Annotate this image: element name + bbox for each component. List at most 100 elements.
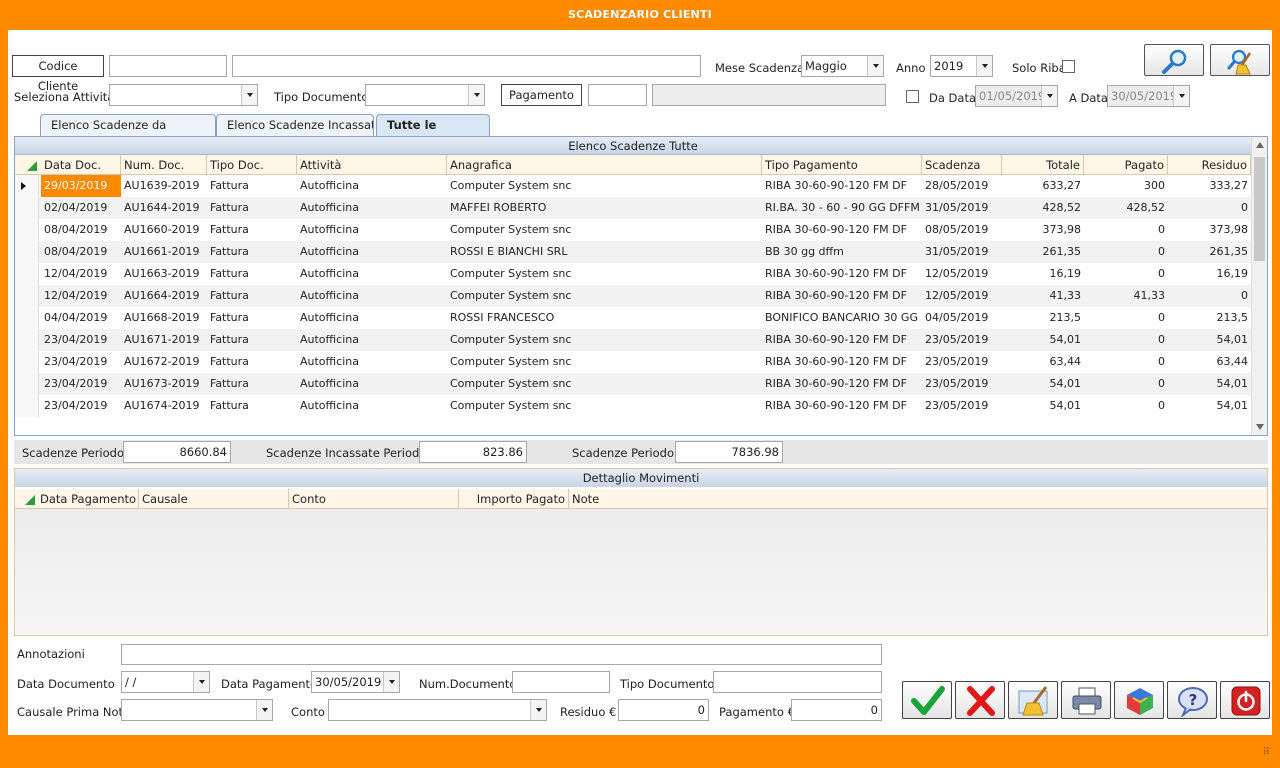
- cell-scadenza[interactable]: 23/05/2019: [922, 351, 1002, 373]
- chevron-down-icon[interactable]: [976, 56, 992, 76]
- col-data-doc[interactable]: Data Doc.: [41, 155, 121, 175]
- table-row[interactable]: 04/04/2019 AU1668-2019 Fattura Autofficina R…: [15, 307, 1251, 329]
- col-num-doc[interactable]: Num. Doc.: [121, 155, 207, 175]
- cell-anagrafica[interactable]: ROSSI FRANCESCO: [447, 307, 762, 329]
- cell-scadenza[interactable]: 23/05/2019: [922, 373, 1002, 395]
- cell-pagato[interactable]: 0: [1084, 329, 1168, 351]
- cell-scadenza[interactable]: 08/05/2019: [922, 219, 1002, 241]
- scroll-up-icon[interactable]: [1256, 142, 1264, 148]
- cell-tipo-doc[interactable]: Fattura: [207, 351, 297, 373]
- cell-anagrafica[interactable]: Computer System snc: [447, 175, 762, 197]
- pagamento-button[interactable]: Pagamento: [501, 84, 582, 106]
- exit-button[interactable]: [1220, 681, 1270, 719]
- cell-anagrafica[interactable]: Computer System snc: [447, 329, 762, 351]
- cell-scadenza[interactable]: 31/05/2019: [922, 197, 1002, 219]
- data-pagamento-picker[interactable]: 30/05/2019: [311, 671, 400, 693]
- cell-tipo-doc[interactable]: Fattura: [207, 263, 297, 285]
- cell-num-doc[interactable]: AU1668-2019: [121, 307, 207, 329]
- col-pagato[interactable]: Pagato: [1084, 155, 1168, 175]
- attivita-select[interactable]: [109, 84, 258, 106]
- cell-tipo-doc[interactable]: Fattura: [207, 197, 297, 219]
- clear-form-button[interactable]: [1008, 681, 1058, 719]
- cell-totale[interactable]: 16,19: [1002, 263, 1084, 285]
- cell-pagato[interactable]: 0: [1084, 351, 1168, 373]
- cell-attivita[interactable]: Autofficina: [297, 197, 447, 219]
- cell-anagrafica[interactable]: MAFFEI ROBERTO: [447, 197, 762, 219]
- data-documento-picker[interactable]: / /: [121, 671, 210, 693]
- cell-totale[interactable]: 63,44: [1002, 351, 1084, 373]
- resize-grip-icon[interactable]: ⠿: [1263, 747, 1270, 758]
- help-button[interactable]: ?: [1167, 681, 1217, 719]
- cell-scadenza[interactable]: 31/05/2019: [922, 241, 1002, 263]
- cell-data-doc[interactable]: 23/04/2019: [41, 395, 121, 417]
- table-row[interactable]: 23/04/2019 AU1673-2019 Fattura Autofficina C…: [15, 373, 1251, 395]
- cell-totale[interactable]: 54,01: [1002, 395, 1084, 417]
- detail-select-all-icon[interactable]: [25, 495, 35, 505]
- export-button[interactable]: [1114, 681, 1164, 719]
- cell-residuo[interactable]: 54,01: [1168, 395, 1251, 417]
- cell-num-doc[interactable]: AU1660-2019: [121, 219, 207, 241]
- cell-anagrafica[interactable]: Computer System snc: [447, 351, 762, 373]
- cell-pagato[interactable]: 0: [1084, 373, 1168, 395]
- cell-residuo[interactable]: 54,01: [1168, 329, 1251, 351]
- cell-pagato[interactable]: 300: [1084, 175, 1168, 197]
- table-row[interactable]: 23/04/2019 AU1671-2019 Fattura Autofficina C…: [15, 329, 1251, 351]
- row-selector[interactable]: [15, 329, 39, 351]
- cell-pagato[interactable]: 0: [1084, 263, 1168, 285]
- table-row[interactable]: 08/04/2019 AU1660-2019 Fattura Autofficina C…: [15, 219, 1251, 241]
- cell-tipo-doc[interactable]: Fattura: [207, 329, 297, 351]
- cell-tipo-doc[interactable]: Fattura: [207, 373, 297, 395]
- table-row[interactable]: 12/04/2019 AU1663-2019 Fattura Autofficina C…: [15, 263, 1251, 285]
- cell-data-doc[interactable]: 23/04/2019: [41, 373, 121, 395]
- grid-scrollbar[interactable]: [1251, 137, 1267, 435]
- print-button[interactable]: [1061, 681, 1111, 719]
- anno-select[interactable]: 2019: [930, 55, 993, 77]
- cell-attivita[interactable]: Autofficina: [297, 219, 447, 241]
- chevron-down-icon[interactable]: [530, 700, 546, 720]
- cell-data-doc[interactable]: 23/04/2019: [41, 329, 121, 351]
- cell-data-doc[interactable]: 08/04/2019: [41, 241, 121, 263]
- tipo-documento-filter-select[interactable]: [365, 84, 485, 106]
- cell-tipo-pagamento[interactable]: RIBA 30-60-90-120 FM DF: [762, 263, 922, 285]
- cell-attivita[interactable]: Autofficina: [297, 373, 447, 395]
- cell-num-doc[interactable]: AU1674-2019: [121, 395, 207, 417]
- cell-totale[interactable]: 54,01: [1002, 329, 1084, 351]
- cell-residuo[interactable]: 213,5: [1168, 307, 1251, 329]
- select-all-corner-icon[interactable]: [27, 161, 37, 171]
- cell-data-doc[interactable]: 29/03/2019: [41, 175, 121, 197]
- col-tipo-pagamento[interactable]: Tipo Pagamento: [762, 155, 922, 175]
- cell-num-doc[interactable]: AU1672-2019: [121, 351, 207, 373]
- cell-data-doc[interactable]: 08/04/2019: [41, 219, 121, 241]
- cell-num-doc[interactable]: AU1639-2019: [121, 175, 207, 197]
- table-row[interactable]: 23/04/2019 AU1674-2019 Fattura Autofficina C…: [15, 395, 1251, 417]
- cell-residuo[interactable]: 373,98: [1168, 219, 1251, 241]
- cell-tipo-pagamento[interactable]: RIBA 30-60-90-120 FM DF: [762, 219, 922, 241]
- tab-incassate[interactable]: Elenco Scadenze Incassate: [216, 114, 374, 136]
- cell-residuo[interactable]: 16,19: [1168, 263, 1251, 285]
- cell-totale[interactable]: 373,98: [1002, 219, 1084, 241]
- conto-select[interactable]: [328, 699, 547, 721]
- cell-anagrafica[interactable]: Computer System snc: [447, 373, 762, 395]
- col-residuo[interactable]: Residuo: [1168, 155, 1251, 175]
- cell-residuo[interactable]: 0: [1168, 197, 1251, 219]
- codice-cliente-input[interactable]: [109, 55, 227, 77]
- cell-scadenza[interactable]: 12/05/2019: [922, 285, 1002, 307]
- cell-num-doc[interactable]: AU1661-2019: [121, 241, 207, 263]
- cell-scadenza[interactable]: 23/05/2019: [922, 395, 1002, 417]
- cell-residuo[interactable]: 261,35: [1168, 241, 1251, 263]
- chevron-down-icon[interactable]: [867, 56, 883, 76]
- cell-totale[interactable]: 213,5: [1002, 307, 1084, 329]
- row-selector[interactable]: [15, 197, 39, 219]
- row-selector[interactable]: [15, 241, 39, 263]
- cell-data-doc[interactable]: 02/04/2019: [41, 197, 121, 219]
- cell-residuo[interactable]: 0: [1168, 285, 1251, 307]
- cell-attivita[interactable]: Autofficina: [297, 307, 447, 329]
- cell-attivita[interactable]: Autofficina: [297, 263, 447, 285]
- col-data-pagamento[interactable]: Data Pagamento: [37, 489, 139, 509]
- chevron-down-icon[interactable]: [193, 672, 209, 692]
- row-selector[interactable]: [15, 307, 39, 329]
- cell-data-doc[interactable]: 12/04/2019: [41, 285, 121, 307]
- cell-anagrafica[interactable]: Computer System snc: [447, 263, 762, 285]
- cell-data-doc[interactable]: 12/04/2019: [41, 263, 121, 285]
- cell-tipo-doc[interactable]: Fattura: [207, 175, 297, 197]
